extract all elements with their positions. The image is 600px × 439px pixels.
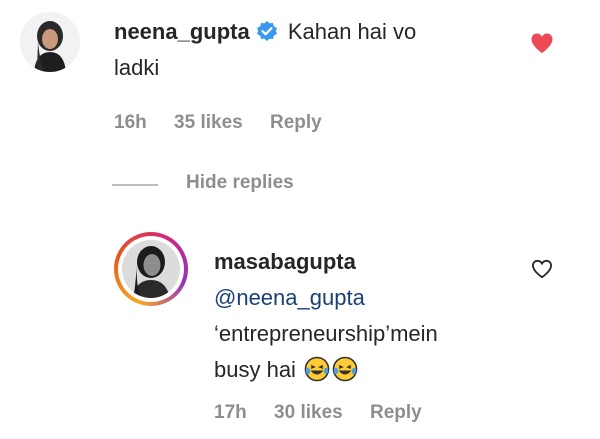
reply-time: 17h — [214, 402, 247, 423]
parent-comment-meta: 16h 35 likes Reply — [114, 112, 344, 134]
laughing-tears-emoji — [332, 356, 358, 382]
avatar-neena-gupta[interactable] — [20, 12, 80, 72]
reply-comment-meta: 17h 30 likes Reply — [214, 402, 444, 424]
profile-photo — [20, 12, 80, 72]
reply-likes[interactable]: 30 likes — [274, 402, 343, 423]
laughing-tears-emoji — [304, 356, 330, 382]
replies-divider — [112, 184, 158, 186]
reply-button[interactable]: Reply — [270, 112, 322, 133]
comment-body-line2: ladki — [114, 55, 160, 80]
comment-body-line1: Kahan hai vo — [287, 19, 417, 44]
verified-badge-icon — [256, 21, 277, 41]
avatar-masabagupta[interactable] — [114, 232, 188, 306]
reply-like-button[interactable] — [531, 259, 553, 284]
reply-username[interactable]: masabagupta — [214, 249, 356, 274]
comment-username[interactable]: neena_gupta — [114, 19, 250, 44]
heart-outline-icon — [531, 259, 553, 279]
comment-time: 16h — [114, 112, 147, 133]
parent-comment-text: neena_gupta Kahan hai vo ladki — [114, 14, 416, 86]
reply-reply-button[interactable]: Reply — [370, 402, 422, 423]
hide-replies-button[interactable]: Hide replies — [186, 172, 294, 194]
reply-body-line2: busy hai — [214, 357, 296, 382]
reply-body-line1: ‘entrepreneurship’mein — [214, 321, 438, 346]
mention-link[interactable]: @neena_gupta — [214, 285, 365, 310]
profile-photo — [122, 240, 180, 298]
reply-comment-text: masabagupta @neena_gupta ‘entrepreneursh… — [214, 244, 438, 388]
like-button[interactable] — [530, 32, 554, 59]
heart-filled-icon — [531, 33, 553, 53]
comment-likes[interactable]: 35 likes — [174, 112, 243, 133]
